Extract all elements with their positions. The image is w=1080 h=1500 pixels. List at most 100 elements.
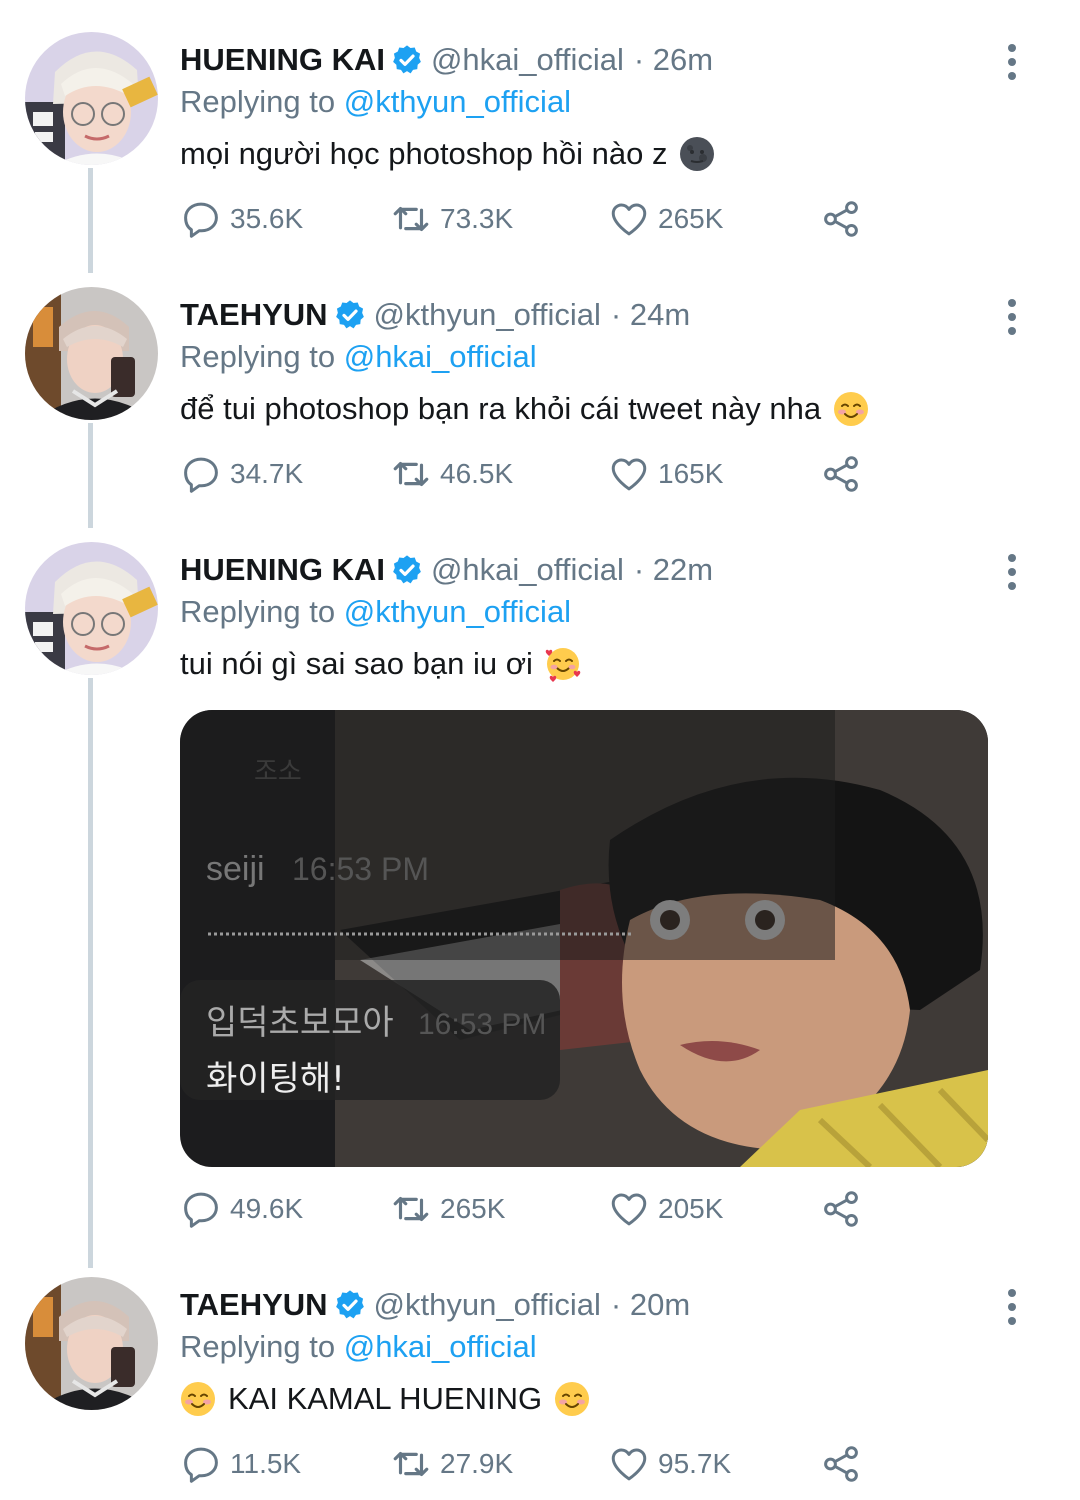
more-options-icon[interactable] [1000, 552, 1024, 592]
handle[interactable]: @kthyun_official [374, 297, 601, 333]
chat-message: 화이팅해! [206, 1059, 345, 1099]
handle[interactable]: @hkai_official [431, 42, 624, 78]
reply-count: 49.6K [230, 1193, 304, 1224]
retweet-button[interactable]: 73.3K [390, 198, 513, 240]
tweet-actions: 35.6K 73.3K 265K [180, 198, 900, 244]
replying-prefix: Replying to [180, 84, 336, 119]
replying-to: Replying to @kthyun_official [180, 84, 571, 120]
mention-link[interactable]: @kthyun_official [344, 594, 571, 629]
tweet-header: TAEHYUN @kthyun_official · 24m [180, 297, 690, 333]
display-name[interactable]: HUENING KAI [180, 552, 385, 588]
verified-badge-icon [335, 1290, 364, 1319]
like-count: 205K [658, 1193, 724, 1224]
avatar[interactable] [25, 287, 158, 420]
tweet-actions: 11.5K 27.9K 95.7K [180, 1443, 900, 1489]
like-count: 95.7K [658, 1448, 732, 1479]
like-button[interactable]: 95.7K [608, 1443, 731, 1485]
reply-icon [184, 457, 218, 493]
reply-count: 34.7K [230, 458, 304, 489]
reply-button[interactable]: 35.6K [180, 198, 303, 240]
retweet-count: 27.9K [440, 1448, 514, 1479]
tweet-actions: 34.7K 46.5K 165K [180, 453, 900, 499]
mention-link[interactable]: @hkai_official [344, 339, 537, 374]
retweet-count: 46.5K [440, 458, 514, 489]
chat-timestamp: 16:53 PM [292, 851, 429, 887]
tweet[interactable]: TAEHYUN @kthyun_official · 20m Replying … [0, 1277, 1080, 1500]
tweet-body: tui nói gì sai sao bạn iu ơi [180, 646, 533, 681]
tweet-text: mọi người học photoshop hồi nào z [180, 136, 715, 172]
tweet-body: mọi người học photoshop hồi nào z [180, 136, 668, 171]
reply-icon [184, 202, 218, 238]
handle[interactable]: @kthyun_official [374, 1287, 601, 1323]
like-button[interactable]: 165K [608, 453, 723, 495]
retweet-button[interactable]: 27.9K [390, 1443, 513, 1485]
display-name[interactable]: TAEHYUN [180, 297, 328, 333]
replying-prefix: Replying to [180, 594, 336, 629]
like-count: 265K [658, 203, 724, 234]
tweet-text: KAI KAMAL HUENING [180, 1381, 590, 1417]
tweet-text: để tui photoshop bạn ra khỏi cái tweet n… [180, 391, 869, 427]
share-button[interactable] [820, 1188, 870, 1230]
retweet-button[interactable]: 46.5K [390, 453, 513, 495]
tweet-body: KAI KAMAL HUENING [228, 1381, 543, 1416]
reply-count: 11.5K [230, 1448, 302, 1479]
heart-icon [611, 458, 647, 491]
avatar[interactable] [25, 1277, 158, 1410]
like-button[interactable]: 205K [608, 1188, 723, 1230]
share-button[interactable] [820, 198, 870, 240]
tweet[interactable]: TAEHYUN @kthyun_official · 24m Replying … [0, 287, 1080, 527]
tweet[interactable]: HUENING KAI @hkai_official · 26m Replyin… [0, 32, 1080, 272]
reply-button[interactable]: 34.7K [180, 453, 303, 495]
reply-count: 35.6K [230, 203, 304, 234]
reply-button[interactable]: 11.5K [180, 1443, 301, 1485]
timestamp: · 20m [610, 1287, 691, 1322]
replying-to: Replying to @kthyun_official [180, 594, 571, 630]
more-options-icon[interactable] [1000, 297, 1024, 337]
replying-prefix: Replying to [180, 1329, 336, 1364]
share-button[interactable] [820, 1443, 870, 1485]
reply-icon [184, 1192, 218, 1228]
replying-to: Replying to @hkai_official [180, 339, 537, 375]
more-options-icon[interactable] [1000, 42, 1024, 82]
heart-icon [611, 1448, 647, 1481]
verified-badge-icon [393, 555, 421, 584]
retweet-icon [393, 206, 429, 232]
share-icon [824, 1446, 858, 1482]
share-button[interactable] [820, 453, 870, 495]
chat-username: seiji [206, 850, 265, 888]
avatar[interactable] [25, 542, 158, 675]
timestamp: · 26m [633, 42, 714, 77]
reply-icon [184, 1447, 218, 1483]
retweet-icon [393, 1196, 429, 1222]
timestamp: · 24m [610, 297, 691, 332]
handle[interactable]: @hkai_official [431, 552, 624, 588]
tweet-header: HUENING KAI @hkai_official · 26m [180, 42, 713, 78]
smiling-face-emoji [834, 392, 869, 426]
like-button[interactable]: 265K [608, 198, 723, 240]
verified-badge-icon [335, 300, 364, 329]
mention-link[interactable]: @hkai_official [344, 1329, 537, 1364]
heart-icon [611, 203, 647, 236]
smiling-face-emoji [181, 1382, 215, 1416]
mention-link[interactable]: @kthyun_official [344, 84, 571, 119]
display-name[interactable]: HUENING KAI [180, 42, 385, 78]
tweet-media-image[interactable]: seiji 16:53 PM 입덕초보모아 16:53 PM 화이팅해! 조소 [180, 710, 988, 1167]
more-options-icon[interactable] [1000, 1287, 1024, 1327]
share-icon [824, 1191, 858, 1227]
like-count: 165K [658, 458, 724, 489]
retweet-icon [393, 461, 429, 487]
avatar[interactable] [25, 32, 158, 165]
new-moon-face-emoji [680, 137, 715, 171]
reply-button[interactable]: 49.6K [180, 1188, 303, 1230]
chat-message: 입덕초보모아 [206, 1003, 394, 1043]
retweet-count: 265K [440, 1193, 506, 1224]
retweet-button[interactable]: 265K [390, 1188, 505, 1230]
tweet-actions: 49.6K 265K 205K [180, 1188, 900, 1234]
tweet-header: TAEHYUN @kthyun_official · 20m [180, 1287, 690, 1323]
retweet-icon [393, 1451, 429, 1477]
display-name[interactable]: TAEHYUN [180, 1287, 328, 1323]
tweet-body: để tui photoshop bạn ra khỏi cái tweet n… [180, 391, 822, 426]
heart-icon [611, 1193, 647, 1226]
share-icon [824, 201, 858, 237]
smiling-face-with-hearts-emoji [545, 648, 581, 682]
